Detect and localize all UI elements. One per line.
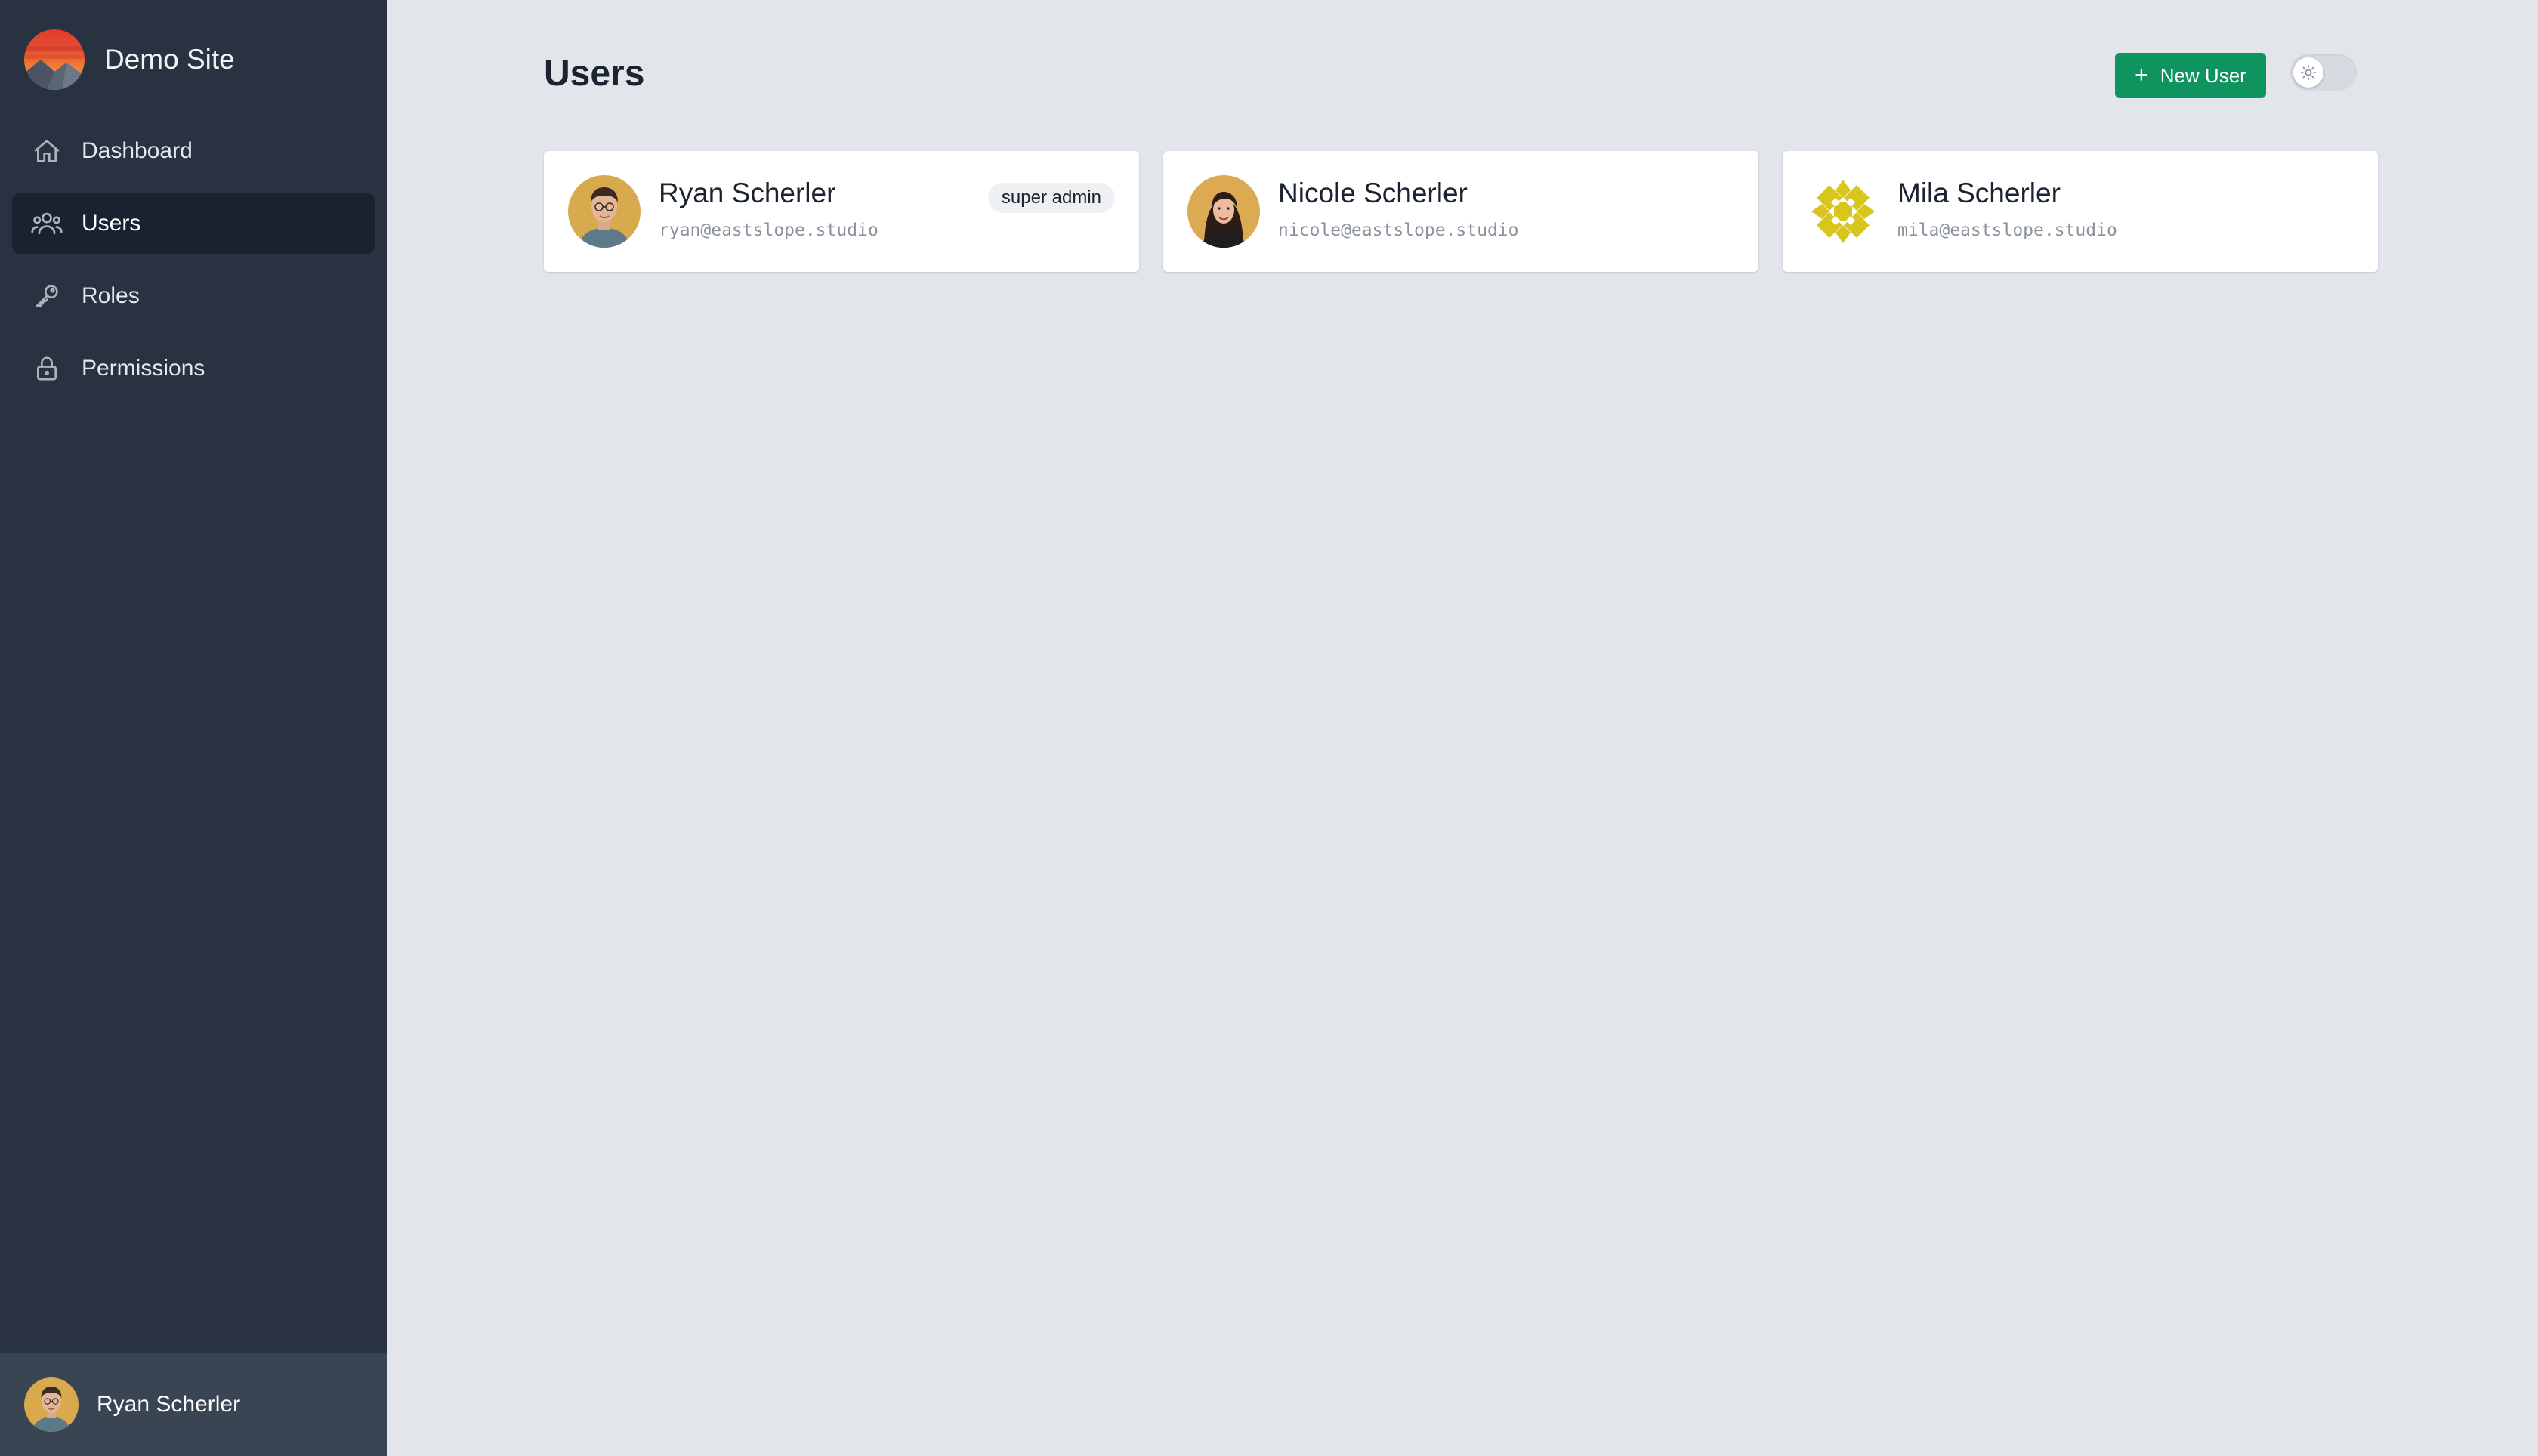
theme-toggle[interactable] [2290,54,2357,91]
app-root: Demo Site Dashboard Users Roles Permissi… [0,0,2538,1456]
new-user-button-label: New User [2160,63,2246,87]
sidebar-item-label: Roles [82,283,140,308]
brand[interactable]: Demo Site [24,29,235,91]
current-user-menu[interactable]: Ryan Scherler [0,1353,387,1456]
avatar [24,1377,79,1432]
sidebar-item-dashboard[interactable]: Dashboard [12,121,375,181]
plus-icon: + [2135,63,2148,88]
site-name: Demo Site [104,44,235,75]
avatar [568,175,641,248]
home-icon [30,134,63,168]
sidebar-item-users[interactable]: Users [12,193,375,254]
user-card-text: Ryan Scherler ryan@eastslope.studio [659,177,878,241]
toggle-knob [2293,57,2323,88]
avatar [1807,175,1879,248]
lock-icon [30,352,63,385]
sidebar-item-label: Permissions [82,356,205,381]
page-title: Users [544,54,645,94]
main-content: Users + New User Ryan Scherler ryan@east… [387,0,2538,1456]
user-email: ryan@eastslope.studio [659,221,878,241]
user-card-text: Nicole Scherler nicole@eastslope.studio [1278,177,1519,241]
user-name: Nicole Scherler [1278,177,1468,208]
sun-icon [2300,64,2317,81]
sidebar-item-permissions[interactable]: Permissions [12,338,375,399]
sidebar-item-label: Users [82,211,141,236]
current-user-name: Ryan Scherler [97,1392,241,1417]
sidebar-item-roles[interactable]: Roles [12,266,375,326]
user-card-grid: Ryan Scherler ryan@eastslope.studio supe… [544,151,2381,272]
key-icon [30,279,63,313]
mountain-sunset-logo [24,29,85,90]
site-logo [24,29,85,90]
user-email: nicole@eastslope.studio [1278,221,1519,241]
sidebar: Demo Site Dashboard Users Roles Permissi… [0,0,387,1456]
user-card[interactable]: Nicole Scherler nicole@eastslope.studio [1163,151,1758,272]
role-badge: super admin [987,183,1115,213]
sidebar-item-label: Dashboard [82,138,193,163]
identicon-avatar [1807,175,1879,248]
avatar [1187,175,1260,248]
user-name: Ryan Scherler [659,177,836,208]
user-card[interactable]: Mila Scherler mila@eastslope.studio [1783,151,2378,272]
user-email: mila@eastslope.studio [1897,221,2117,241]
new-user-button[interactable]: + New User [2115,53,2266,98]
users-icon [30,207,63,240]
user-name: Mila Scherler [1897,177,2061,208]
user-card[interactable]: Ryan Scherler ryan@eastslope.studio supe… [544,151,1139,272]
sidebar-nav: Dashboard Users Roles Permissions [12,121,375,411]
user-card-text: Mila Scherler mila@eastslope.studio [1897,177,2117,241]
